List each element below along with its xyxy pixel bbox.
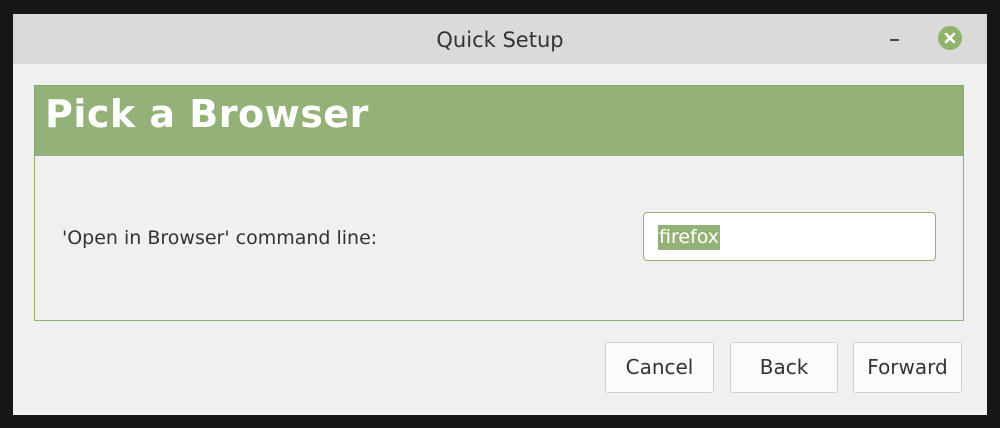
forward-button[interactable]: Forward (853, 342, 962, 393)
browser-command-label: 'Open in Browser' command line: (62, 227, 378, 249)
cancel-button[interactable]: Cancel (605, 342, 714, 393)
page-header-banner: Pick a Browser (34, 85, 964, 156)
quick-setup-dialog: Quick Setup Pick a Browser 'Open in Brow… (13, 14, 987, 415)
browser-command-value: firefox (658, 225, 721, 250)
titlebar[interactable]: Quick Setup (13, 14, 987, 64)
page-title: Pick a Browser (45, 92, 369, 136)
back-button[interactable]: Back (730, 342, 838, 393)
window-title: Quick Setup (436, 28, 564, 52)
close-icon[interactable] (938, 26, 962, 50)
settings-panel: 'Open in Browser' command line: firefox (34, 156, 964, 321)
minimize-icon[interactable] (881, 26, 907, 52)
browser-command-input[interactable]: firefox (643, 212, 936, 261)
